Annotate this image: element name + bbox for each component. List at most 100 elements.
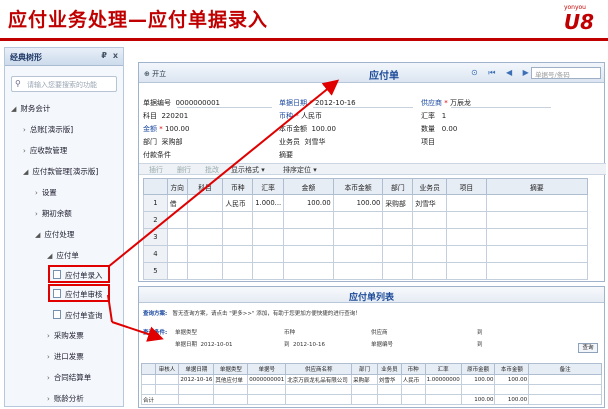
- nav-search-placeholder: 请输入您要搜索的功能: [27, 81, 97, 89]
- col-header[interactable]: 备注: [528, 363, 602, 375]
- sort-locate-dropdown[interactable]: 排序定位 ▾: [283, 165, 317, 175]
- tree-item-aging-analysis[interactable]: › 账龄分析: [47, 393, 84, 404]
- tree-item-ap-doc-query[interactable]: 应付单查询: [53, 310, 103, 321]
- query-date-to[interactable]: 到 2012-10-16: [284, 340, 325, 348]
- field-pay-terms[interactable]: 付款条件: [143, 150, 175, 160]
- expand-arrow-icon: ›: [35, 210, 38, 218]
- field-clerk[interactable]: 业务员 刘雪华: [279, 137, 325, 147]
- document-icon: [53, 310, 61, 319]
- table-row[interactable]: 4: [143, 245, 589, 263]
- nav-search-input[interactable]: ⚲ 请输入您要搜索的功能: [11, 76, 117, 92]
- tree-item-contract-settlement[interactable]: › 合同结算单: [47, 372, 91, 383]
- tree-item-gl[interactable]: › 总账[演示版]: [23, 124, 73, 135]
- collapse-arrow-icon: ◢: [47, 252, 53, 260]
- field-subject[interactable]: 科目 220201: [143, 111, 188, 121]
- query-plan-label: 查询方案:: [143, 311, 168, 317]
- col-header[interactable]: 币种: [400, 363, 426, 375]
- tree-item-opening-balance[interactable]: › 期初余额: [35, 208, 72, 219]
- table-row[interactable]: 5: [143, 262, 589, 280]
- col-header[interactable]: 汇率: [424, 363, 462, 375]
- col-header[interactable]: 供应商名称: [285, 363, 353, 375]
- field-dept[interactable]: 部门 采购部: [143, 137, 182, 147]
- query-cond-label: 查询条件:: [143, 330, 168, 336]
- col-header[interactable]: 本币金额: [332, 178, 384, 195]
- field-currency[interactable]: 币种 * 人民币: [279, 111, 322, 121]
- col-header[interactable]: [141, 363, 156, 375]
- col-header[interactable]: 金额: [283, 178, 334, 195]
- tree-item-settings[interactable]: › 设置: [35, 187, 57, 198]
- col-header: [143, 178, 168, 195]
- col-header[interactable]: 单据日期: [178, 363, 215, 375]
- tree-item-ap-processing[interactable]: ◢ 应付处理: [35, 229, 74, 240]
- query-doc-type[interactable]: 单据类型: [175, 328, 197, 336]
- query-plan-row: 查询方案: 暂无查询方案，请点击 "更多>>" 添加，有助于您更加方便快捷的进行…: [143, 309, 361, 317]
- col-header[interactable]: 项目: [446, 178, 487, 195]
- col-header[interactable]: 摘要: [485, 178, 589, 195]
- query-plan-hint: 暂无查询方案，请点击 "更多>>" 添加，有助于您更加方便快捷的进行查询！: [172, 311, 361, 317]
- nav-panel-header: 经典树形 ₽ x: [5, 48, 123, 66]
- query-button[interactable]: 查询: [578, 343, 598, 353]
- ap-voucher-window: ⊕ 开立 应付单 ⊙ ⏮ ◀ ▶ ⏭ 单据号/条码 单据编号 000000000…: [138, 62, 606, 282]
- col-header[interactable]: 部门: [382, 178, 414, 195]
- expand-arrow-icon: ›: [23, 126, 26, 134]
- open-button[interactable]: ⊕ 开立: [144, 69, 166, 79]
- query-currency[interactable]: 币种: [284, 328, 295, 336]
- table-row[interactable]: 3: [143, 228, 589, 246]
- field-local-amount[interactable]: 本币金额 100.00: [279, 124, 336, 134]
- field-amount[interactable]: 金额 * 100.00: [143, 124, 189, 134]
- voucher-grid-header: 方向 科目 币种 汇率 金额 本币金额 部门 业务员 项目 摘要: [143, 178, 589, 195]
- query-to-label-2: 到: [477, 342, 483, 348]
- col-header[interactable]: 业务员: [412, 178, 448, 195]
- col-header[interactable]: 汇率: [252, 178, 285, 195]
- field-rate[interactable]: 汇率 1: [421, 111, 446, 121]
- table-row[interactable]: 2012-10-16 其他应付单 0000000001 北京万辰龙礼品有限公司 …: [141, 374, 602, 385]
- col-header[interactable]: 原币金额: [460, 363, 496, 375]
- tree-item-purchase-invoice[interactable]: › 采购发票: [47, 330, 84, 341]
- col-header[interactable]: 本币金额: [494, 363, 530, 375]
- insert-row-button[interactable]: 插行: [149, 165, 163, 175]
- query-supplier[interactable]: 供应商: [371, 328, 388, 336]
- table-total-row: 合计 100.00 100.00: [140, 394, 602, 405]
- field-qty[interactable]: 数量 0.00: [421, 124, 457, 134]
- ap-list-window: 应付单列表 查询方案: 暂无查询方案，请点击 "更多>>" 添加，有助于您更加方…: [138, 286, 605, 408]
- tree-item-import-invoice[interactable]: › 进口发票: [47, 351, 84, 362]
- collapse-arrow-icon: ◢: [11, 105, 17, 113]
- delete-row-button[interactable]: 删行: [177, 165, 191, 175]
- col-header[interactable]: 审核人: [154, 363, 180, 375]
- col-header[interactable]: 部门: [351, 363, 378, 375]
- field-underline: [451, 107, 551, 108]
- expand-arrow-icon: ›: [47, 353, 50, 361]
- slide-title: 应付业务处理—应付单据录入: [8, 9, 269, 31]
- collapse-arrow-icon: ◢: [23, 168, 29, 176]
- nav-panel-title: 经典树形: [10, 53, 42, 62]
- voucher-grid: 方向 科目 币种 汇率 金额 本币金额 部门 业务员 项目 摘要 1 借 人民币…: [143, 178, 589, 280]
- voucher-action-bar: 插行 删行 批改 显示格式 ▾ 排序定位 ▾: [139, 163, 606, 175]
- query-doc-no[interactable]: 单据编号: [371, 340, 393, 348]
- tree-item-finance[interactable]: ◢ 财务会计: [11, 103, 50, 114]
- field-project[interactable]: 项目: [421, 137, 439, 147]
- tree-item-ap[interactable]: ◢ 应付款管理[演示版]: [23, 166, 98, 177]
- list-grid-header: 审核人 单据日期 单据类型 单据号 供应商名称 部门 业务员 币种 汇率 原币金…: [141, 363, 602, 375]
- close-icon[interactable]: x: [113, 51, 118, 60]
- table-row[interactable]: 1 借 人民币 1.000... 100.00 100.00 采购部 刘雪华: [143, 194, 589, 212]
- query-to-label: 到: [477, 330, 483, 336]
- pin-icon[interactable]: ₽: [101, 51, 107, 60]
- col-header[interactable]: 单据号: [247, 363, 287, 375]
- voucher-search-input[interactable]: 单据号/条码: [531, 67, 601, 79]
- query-doc-date[interactable]: 单据日期 2012-10-01: [175, 340, 232, 348]
- field-summary[interactable]: 摘要: [279, 150, 297, 160]
- col-header[interactable]: 业务员: [376, 363, 402, 375]
- field-underline: [313, 107, 413, 108]
- display-format-dropdown[interactable]: 显示格式 ▾: [231, 165, 265, 175]
- collapse-arrow-icon: ◢: [35, 231, 41, 239]
- expand-arrow-icon: ›: [35, 189, 38, 197]
- tree-item-ar[interactable]: › 应收款管理: [23, 145, 67, 156]
- batch-edit-button[interactable]: 批改: [205, 165, 219, 175]
- col-header[interactable]: 方向: [166, 178, 188, 195]
- col-header[interactable]: 科目: [186, 178, 224, 195]
- col-header[interactable]: 币种: [222, 178, 254, 195]
- col-header[interactable]: 单据类型: [213, 363, 249, 375]
- expand-arrow-icon: ›: [23, 147, 26, 155]
- table-row[interactable]: 2: [143, 211, 589, 229]
- tree-item-ap-doc[interactable]: ◢ 应付单: [47, 250, 79, 261]
